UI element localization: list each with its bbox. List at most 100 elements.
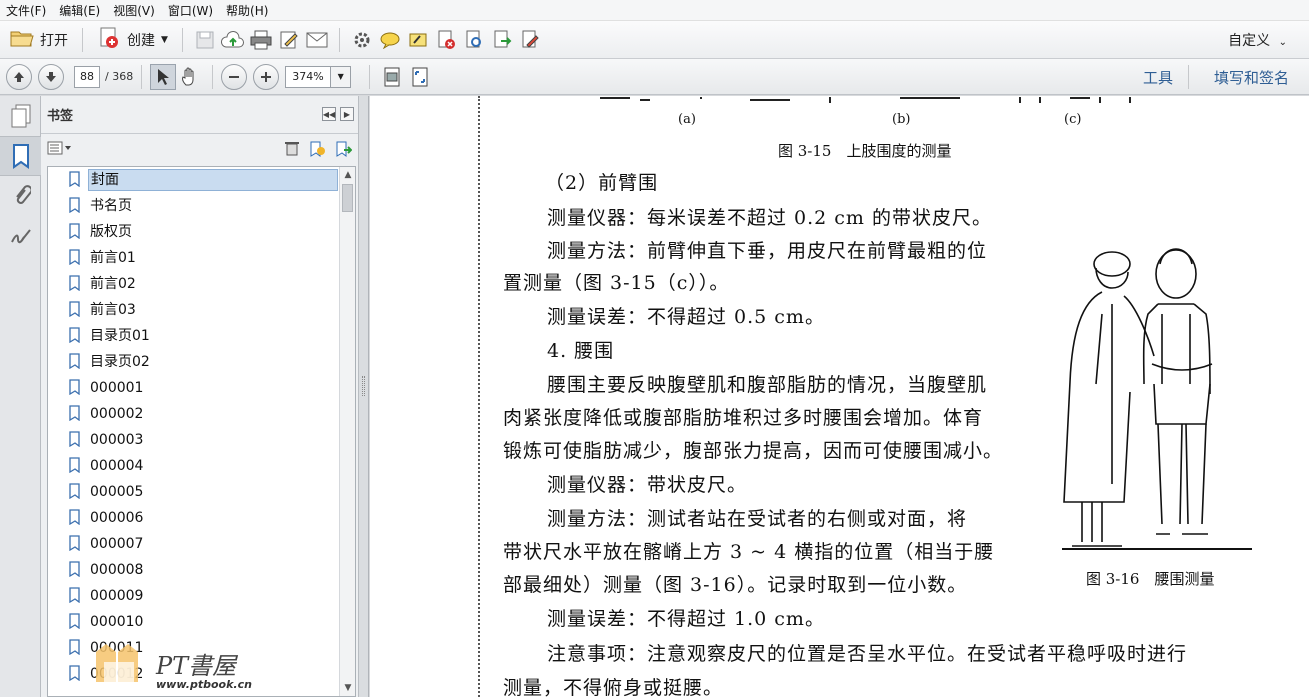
bookmark-item[interactable]: 目录页02	[48, 349, 355, 375]
zoom-dropdown[interactable]: ▼	[331, 65, 352, 88]
cloud-upload-icon[interactable]	[219, 26, 247, 54]
bookmark-item[interactable]: 000009	[48, 583, 355, 609]
bookmark-label: 000003	[90, 432, 144, 448]
open-button[interactable]: 打开	[4, 25, 74, 55]
full-screen-icon[interactable]	[406, 63, 434, 91]
figure-label-b: (b)	[892, 112, 911, 127]
prev-page-button[interactable]	[6, 63, 32, 90]
bookmarks-panel: 书签 ◀◀ ▶ 封面 书名页 版权页 前言01 前言02 前言03 目录页01 目录页02 00…	[41, 96, 359, 697]
zoom-input[interactable]: 374%	[285, 65, 332, 88]
bookmark-item[interactable]: 前言03	[48, 297, 355, 323]
waist-error: 测量误差：不得超过 1.0 cm。	[547, 608, 825, 630]
menu-edit[interactable]: 编辑(E)	[59, 2, 100, 19]
page-number-input[interactable]: 88	[74, 65, 100, 88]
bookmark-label: 前言02	[90, 276, 136, 292]
waist-para-line1: 腰围主要反映腹壁肌和腹部脂肪的情况，当腹壁肌	[547, 374, 988, 396]
zoom-out-button[interactable]	[221, 63, 248, 90]
attachments-button[interactable]	[0, 176, 41, 216]
customize-menu[interactable]: 自定义 ⌄	[1228, 30, 1287, 50]
document-view[interactable]: (a) (b) (c) 图 3-15 上肢围度的测量 （2）前臂围 测量仪器：每…	[370, 96, 1309, 697]
menu-window[interactable]: 窗口(W)	[168, 2, 213, 19]
figure-3-15-fragment	[600, 97, 1131, 103]
pages-icon	[11, 104, 30, 128]
bookmark-item[interactable]: 前言02	[48, 271, 355, 297]
bookmark-icon	[69, 457, 80, 473]
zoom-in-button[interactable]	[253, 63, 280, 90]
bookmark-from-selection-icon[interactable]	[334, 140, 353, 161]
forearm-error: 测量误差：不得超过 0.5 cm。	[547, 306, 825, 328]
toolbar-separator	[1188, 65, 1189, 89]
menu-help[interactable]: 帮助(H)	[226, 2, 268, 19]
create-pdf-icon	[97, 26, 121, 53]
scroll-thumb[interactable]	[342, 184, 353, 212]
bookmark-item[interactable]: 书名页	[48, 193, 355, 219]
sign-document-icon[interactable]	[516, 26, 544, 54]
main-toolbar: 打开 创建 ▼ 自定义 ⌄	[0, 21, 1309, 59]
options-menu-icon[interactable]	[47, 141, 73, 158]
bookmark-item[interactable]: 000002	[48, 401, 355, 427]
forearm-instrument: 测量仪器：每米误差不超过 0.2 cm 的带状皮尺。	[547, 207, 992, 229]
bookmark-icon	[69, 587, 80, 603]
bookmark-icon	[69, 509, 80, 525]
bookmark-item[interactable]: 版权页	[48, 219, 355, 245]
fit-page-icon[interactable]	[378, 63, 406, 91]
bookmark-item[interactable]: 000010	[48, 609, 355, 635]
bookmark-item[interactable]: 000008	[48, 557, 355, 583]
navigation-toolbar: 88 / 368 374% ▼ 工具 填写和签名	[0, 59, 1309, 95]
hand-tool-icon[interactable]	[176, 63, 204, 91]
scroll-up-icon[interactable]: ▲	[340, 167, 355, 183]
document-page: (a) (b) (c) 图 3-15 上肢围度的测量 （2）前臂围 测量仪器：每…	[370, 96, 1309, 697]
comment-icon[interactable]	[376, 26, 404, 54]
save-icon[interactable]	[191, 26, 219, 54]
open-label: 打开	[40, 32, 68, 49]
bookmark-icon	[69, 301, 80, 317]
signatures-button[interactable]	[0, 216, 41, 256]
bookmark-item[interactable]: 000004	[48, 453, 355, 479]
collapse-panel-button[interactable]: ◀◀	[322, 107, 336, 121]
bookmark-item[interactable]: 000006	[48, 505, 355, 531]
expand-panel-button[interactable]: ▶	[340, 107, 354, 121]
bookmark-item[interactable]: 000005	[48, 479, 355, 505]
print-icon[interactable]	[247, 26, 275, 54]
email-icon[interactable]	[303, 26, 331, 54]
bookmarks-button[interactable]	[0, 136, 41, 176]
bookmarks-panel-header: 书签 ◀◀ ▶	[41, 96, 358, 134]
bookmark-item[interactable]: 000003	[48, 427, 355, 453]
page-thumbnails-button[interactable]	[0, 96, 41, 136]
toolbar-separator	[338, 27, 340, 52]
bookmark-item[interactable]: 000001	[48, 375, 355, 401]
export-icon[interactable]	[488, 26, 516, 54]
bookmark-item[interactable]: 前言01	[48, 245, 355, 271]
menu-file[interactable]: 文件(F)	[6, 2, 46, 19]
panel-splitter[interactable]	[359, 96, 369, 697]
scroll-down-icon[interactable]: ▼	[340, 680, 355, 696]
select-tool-icon[interactable]	[150, 63, 177, 90]
bookmark-item[interactable]: 封面	[48, 167, 355, 193]
bookmark-label: 000009	[90, 588, 144, 604]
fill-sign-link[interactable]: 填写和签名	[1214, 67, 1289, 88]
signature-icon	[10, 229, 31, 244]
bookmark-item[interactable]: 000007	[48, 531, 355, 557]
bookmark-label: 书名页	[90, 198, 132, 214]
customize-label: 自定义	[1228, 33, 1271, 49]
next-page-button[interactable]	[38, 63, 64, 90]
waist-para-line3: 锻炼可使脂肪减少，腹部张力提高，因而可使腰围减小。	[503, 440, 1004, 462]
create-button[interactable]: 创建 ▼	[91, 25, 174, 55]
highlight-icon[interactable]	[404, 26, 432, 54]
delete-page-icon[interactable]	[432, 26, 460, 54]
gear-icon[interactable]	[348, 26, 376, 54]
waist-method-line1: 测量方法：测试者站在受试者的右侧或对面，将	[547, 508, 968, 530]
forearm-method-line1: 测量方法：前臂伸直下垂，用皮尺在前臂最粗的位	[547, 240, 988, 262]
toolbar-separator	[141, 64, 143, 89]
edit-document-icon[interactable]	[275, 26, 303, 54]
new-bookmark-icon[interactable]	[308, 140, 326, 161]
chevron-down-icon: ▼	[337, 72, 344, 81]
tools-link[interactable]: 工具	[1143, 67, 1173, 88]
menu-view[interactable]: 视图(V)	[113, 2, 155, 19]
delete-bookmark-icon[interactable]	[284, 140, 300, 161]
bookmark-item[interactable]: 目录页01	[48, 323, 355, 349]
bookmark-icon	[69, 535, 80, 551]
review-icon[interactable]	[460, 26, 488, 54]
watermark-url: www.ptbook.cn	[156, 678, 252, 691]
bookmark-scrollbar[interactable]: ▲ ▼	[339, 167, 355, 696]
